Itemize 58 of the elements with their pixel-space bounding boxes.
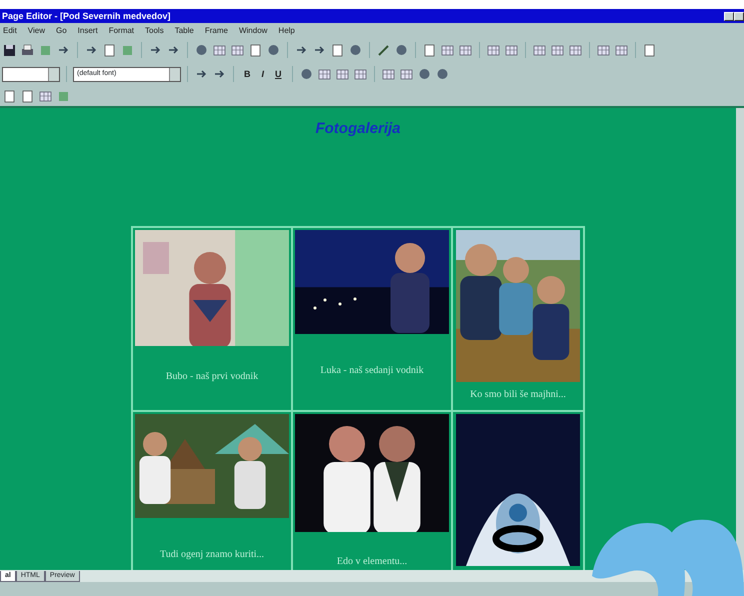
format-button[interactable]: U (271, 70, 286, 78)
menu-item[interactable]: Window (238, 24, 268, 36)
menu-item[interactable]: Tools (145, 24, 164, 36)
page-icon[interactable] (2, 89, 17, 103)
grid-icon[interactable] (440, 43, 455, 57)
format-button[interactable]: I (258, 70, 268, 78)
page-icon[interactable] (422, 43, 437, 57)
circle-icon[interactable] (394, 43, 409, 57)
page-icon[interactable] (248, 43, 263, 57)
menu-item[interactable]: Insert (78, 24, 98, 36)
grid-icon[interactable] (230, 43, 245, 57)
style-dropdown[interactable] (2, 66, 60, 82)
circle-icon[interactable] (266, 43, 281, 57)
grid-icon[interactable] (596, 43, 611, 57)
format-button[interactable]: B (240, 70, 254, 78)
menu-item[interactable]: Go (56, 24, 67, 36)
print-icon[interactable] (20, 43, 35, 57)
grid-icon[interactable] (614, 43, 629, 57)
minimize-button[interactable] (724, 12, 734, 20)
page-icon[interactable] (102, 43, 117, 57)
page-icon[interactable] (20, 89, 35, 103)
circle-icon[interactable] (298, 67, 314, 81)
photo-caption: Bubo - naš prvi vodnik (166, 370, 258, 384)
window-title: Page Editor - [Pod Severnih medvedov] (2, 10, 171, 23)
menu-item[interactable]: Edit (3, 24, 17, 36)
menu-item[interactable]: Frame (204, 24, 228, 36)
photo-caption: Luka - naš sedanji vodnik (320, 364, 424, 378)
circle-icon[interactable] (348, 43, 363, 57)
save-icon[interactable] (2, 43, 17, 57)
page-heading: Fotogalerija (315, 119, 400, 139)
menu-item[interactable]: Help (278, 24, 295, 36)
grid-icon[interactable] (352, 67, 368, 81)
photo-caption: Ko smo bili še majhni... (470, 388, 566, 402)
grid-icon[interactable] (38, 89, 53, 103)
grid-icon[interactable] (212, 43, 227, 57)
circle-icon[interactable] (434, 67, 450, 81)
grid-icon[interactable] (380, 67, 396, 81)
grid-icon[interactable] (504, 43, 519, 57)
grid-icon[interactable] (398, 67, 414, 81)
circle-icon[interactable] (416, 67, 432, 81)
menu-item[interactable]: Table (174, 24, 194, 36)
grid-icon[interactable] (334, 67, 350, 81)
photo-caption: Edo v elementu... (336, 555, 408, 569)
grid-icon[interactable] (486, 43, 501, 57)
menu-item[interactable]: View (28, 24, 45, 36)
page-icon[interactable] (330, 43, 345, 57)
menu-item[interactable]: Format (108, 24, 134, 36)
grid-icon[interactable] (532, 43, 547, 57)
grid-icon[interactable] (550, 43, 565, 57)
circle-icon[interactable] (194, 43, 209, 57)
grid-icon[interactable] (568, 43, 583, 57)
pencil-icon[interactable] (376, 43, 391, 57)
scrollbar[interactable] (736, 108, 744, 570)
grid-icon[interactable] (316, 67, 332, 81)
photo-caption: Tudi ogenj znamo kuriti... (160, 548, 264, 562)
restore-button[interactable] (734, 12, 744, 20)
page-icon[interactable] (642, 43, 657, 57)
grid-icon[interactable] (458, 43, 473, 57)
